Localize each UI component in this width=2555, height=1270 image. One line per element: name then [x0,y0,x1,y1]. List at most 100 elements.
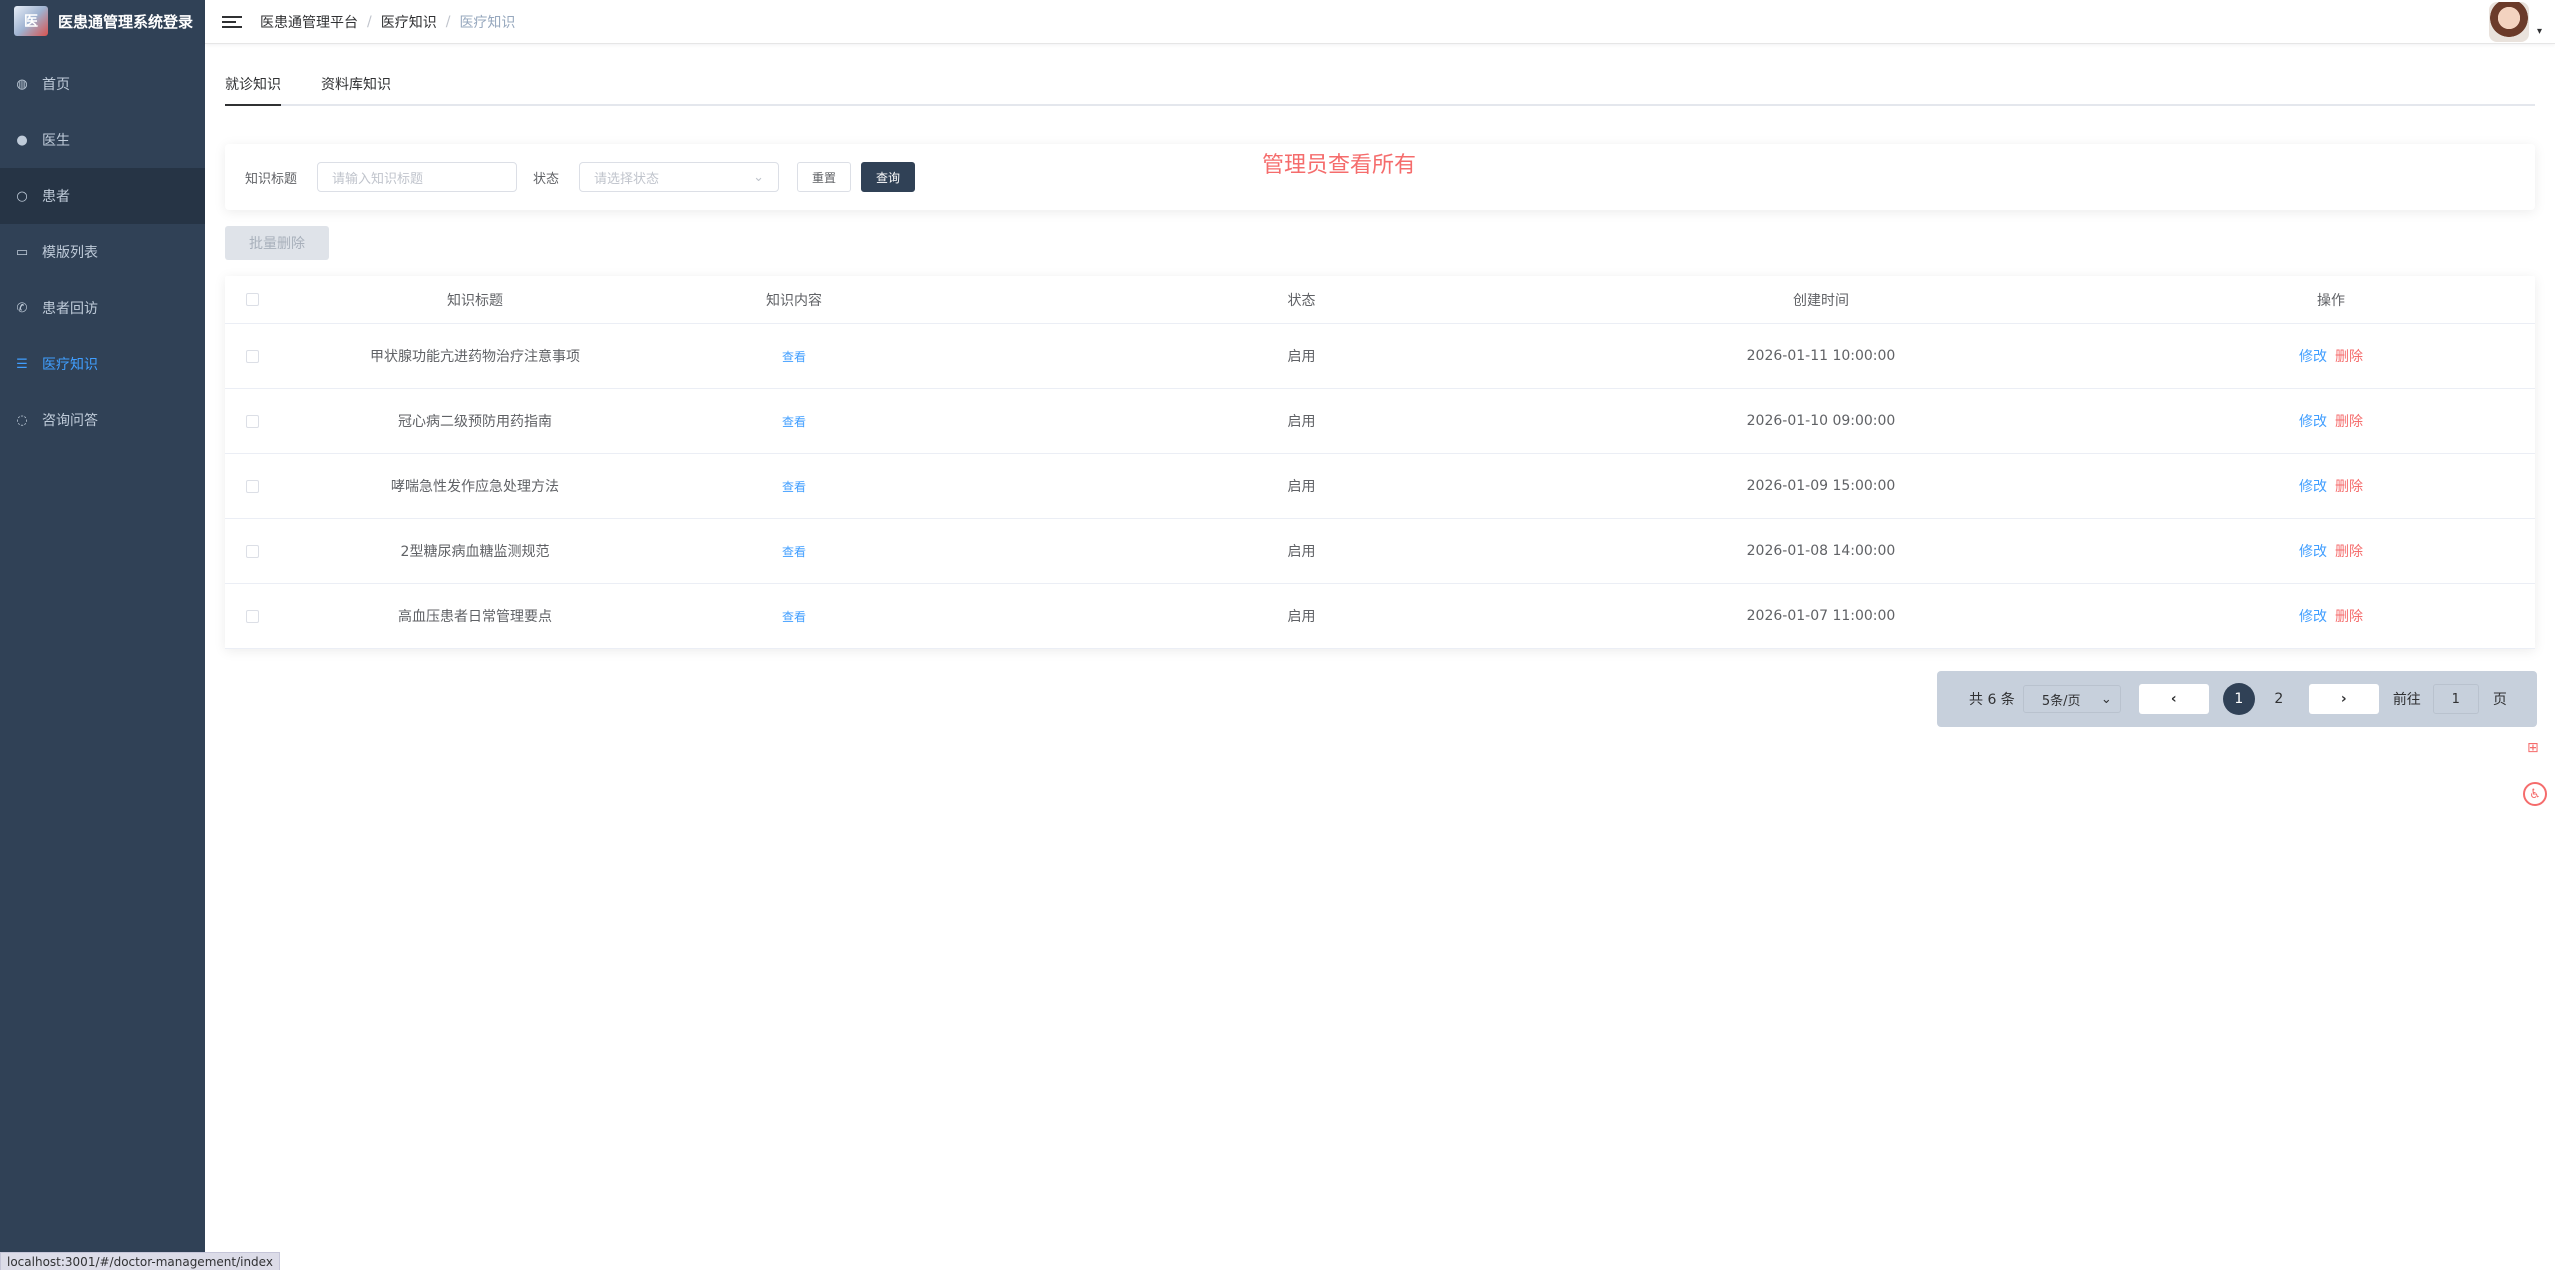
view-link[interactable]: 查看 [782,545,806,559]
avatar[interactable] [2489,2,2529,42]
hamburger-icon[interactable] [222,15,242,28]
delete-link[interactable]: 删除 [2335,349,2363,365]
title-input[interactable]: 请输入知识标题 [317,162,518,192]
column-header: 状态 [1287,292,1316,309]
page-size-select[interactable]: 5条/页 ⌄ [2022,685,2121,713]
chat-icon: ◌ [16,412,28,428]
breadcrumb-section[interactable]: 医疗知识 [381,12,437,32]
reset-button[interactable]: 重置 [797,162,852,192]
sidebar-item-label: 首页 [42,77,70,93]
table-header: 知识标题 知识内容 状态 创建时间 操作 [225,276,2535,324]
edit-link[interactable]: 修改 [2299,544,2327,560]
logo: 医 [14,6,48,36]
row-checkbox[interactable] [246,349,259,363]
view-link[interactable]: 查看 [782,350,806,364]
chevron-down-icon: ⌄ [753,169,765,185]
column-header: 知识标题 [447,292,503,309]
title-label: 知识标题 [245,171,298,187]
pagination: 共 6 条 5条/页 ⌄ ‹ 1 2 › 前往 1 页 [1937,671,2537,727]
chevron-down-icon: ⌄ [2100,691,2112,707]
breadcrumb-current: 医疗知识 [459,14,516,31]
goto-label: 前往 [2392,692,2421,708]
cell-title: 甲状腺功能亢进药物治疗注意事项 [370,349,580,365]
edit-link[interactable]: 修改 [2299,609,2327,625]
status-bar-url: localhost:3001/#/doctor-management/index [0,1252,280,1270]
prev-page-button[interactable]: ‹ [2138,684,2209,714]
breadcrumb-home[interactable]: 医患通管理平台 [260,12,358,32]
brand[interactable]: 医 医患通管理系统登录 [0,0,205,42]
main-content: 就诊知识 资料库知识 知识标题 请输入知识标题 状态 请选择状态 ⌄ 重置 查询… [225,44,2537,727]
sidebar-item-medical-knowledge[interactable]: ☰ 医疗知识 [0,336,205,392]
batch-delete-button[interactable]: 批量删除 [225,226,329,260]
view-link[interactable]: 查看 [782,415,806,429]
cell-status: 启用 [1287,349,1316,365]
grid-add-icon[interactable]: ⊞ [2527,740,2543,756]
delete-link[interactable]: 删除 [2335,544,2363,560]
sidebar-item-label: 医生 [42,133,70,149]
cell-title: 哮喘急性发作应急处理方法 [391,479,559,495]
table-row: 2型糖尿病血糖监测规范 查看 启用 2026-01-08 14:00:00 修改… [225,519,2535,584]
tab-library-knowledge[interactable]: 资料库知识 [321,74,391,104]
view-link[interactable]: 查看 [782,610,806,624]
knowledge-table: 知识标题 知识内容 状态 创建时间 操作 甲状腺功能亢进药物治疗注意事项 查看 … [225,276,2535,649]
sidebar-item-templates[interactable]: ▭ 模版列表 [0,224,205,280]
table-row: 甲状腺功能亢进药物治疗注意事项 查看 启用 2026-01-11 10:00:0… [225,324,2535,389]
sidebar-item-home[interactable]: ◍ 首页 [0,56,205,112]
query-button[interactable]: 查询 [861,162,916,192]
table-row: 哮喘急性发作应急处理方法 查看 启用 2026-01-09 15:00:00 修… [225,454,2535,519]
page-number-1[interactable]: 1 [2222,683,2255,715]
status-select[interactable]: 请选择状态 ⌄ [579,162,780,192]
next-page-button[interactable]: › [2308,684,2379,714]
edit-link[interactable]: 修改 [2299,479,2327,495]
list-icon: ☰ [16,356,28,372]
view-link[interactable]: 查看 [782,480,806,494]
sidebar-menu: ◍ 首页 ● 医生 ○ 患者 ▭ 模版列表 ✆ 患者回访 ☰ 医疗知识 ◌ 咨询… [0,56,205,448]
page-number-2[interactable]: 2 [2263,683,2295,715]
cell-status: 启用 [1287,544,1316,560]
pagination-total: 共 6 条 [1969,692,2015,708]
sidebar-item-patient[interactable]: ○ 患者 [0,168,205,224]
column-header: 知识内容 [766,292,822,309]
edit-link[interactable]: 修改 [2299,414,2327,430]
breadcrumb-separator: / [445,13,451,30]
delete-link[interactable]: 删除 [2335,479,2363,495]
caret-down-icon[interactable]: ▾ [2537,26,2542,37]
table-row: 高血压患者日常管理要点 查看 启用 2026-01-07 11:00:00 修改… [225,584,2535,649]
cell-title: 冠心病二级预防用药指南 [398,414,552,430]
document-icon: ▭ [15,244,29,260]
cell-status: 启用 [1287,479,1316,495]
sidebar-item-doctor[interactable]: ● 医生 [0,112,205,168]
dashboard-icon: ◍ [16,76,28,92]
person-outline-icon: ○ [16,188,28,204]
status-placeholder: 请选择状态 [594,171,660,187]
admin-note: 管理员查看所有 [1262,153,1417,178]
sidebar-item-consult[interactable]: ◌ 咨询问答 [0,392,205,448]
delete-link[interactable]: 删除 [2335,414,2363,430]
row-checkbox[interactable] [246,414,259,428]
select-all-checkbox[interactable] [246,293,259,306]
column-header: 操作 [2317,292,2345,309]
phone-icon: ✆ [16,300,28,316]
goto-page-input[interactable]: 1 [2432,684,2479,714]
sidebar-item-label: 患者 [42,189,70,205]
page-size-value: 5条/页 [2041,693,2081,709]
cell-created: 2026-01-11 10:00:00 [1746,348,1896,364]
breadcrumb-separator: / [367,13,372,30]
cell-status: 启用 [1287,414,1316,430]
edit-link[interactable]: 修改 [2299,349,2327,365]
column-header: 创建时间 [1793,292,1849,309]
tab-visit-knowledge[interactable]: 就诊知识 [225,74,281,106]
cell-title: 2型糖尿病血糖监测规范 [400,544,550,560]
row-checkbox[interactable] [246,544,259,558]
row-checkbox[interactable] [246,609,259,623]
cell-created: 2026-01-07 11:00:00 [1746,608,1896,624]
sidebar-item-label: 模版列表 [42,245,98,261]
user-icon: ● [16,132,28,148]
brand-title: 医患通管理系统登录 [58,12,194,31]
accessibility-icon[interactable]: ♿ [2523,782,2547,806]
sidebar: 医 医患通管理系统登录 ◍ 首页 ● 医生 ○ 患者 ▭ 模版列表 ✆ 患者回访… [0,0,205,1270]
row-checkbox[interactable] [246,479,259,493]
delete-link[interactable]: 删除 [2335,609,2363,625]
goto-suffix: 页 [2492,692,2507,708]
sidebar-item-followup[interactable]: ✆ 患者回访 [0,280,205,336]
